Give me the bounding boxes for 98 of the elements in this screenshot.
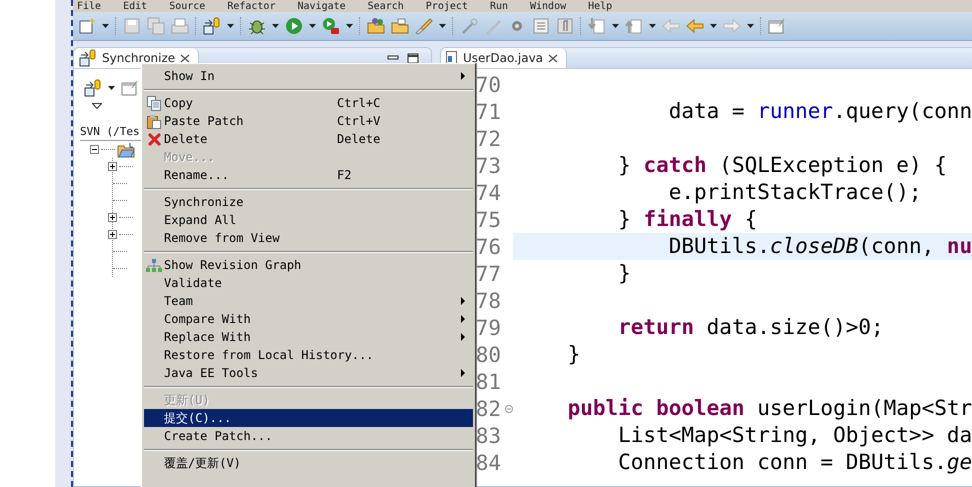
menu-item[interactable]: Show In bbox=[144, 67, 473, 85]
paragraph-icon[interactable] bbox=[556, 17, 574, 35]
menu-bar-item[interactable]: Edit bbox=[123, 0, 148, 12]
menu-bar-item[interactable]: Search bbox=[368, 0, 404, 12]
open-folder-icon[interactable] bbox=[367, 17, 385, 35]
code-line: data = runner.query(conn bbox=[668, 98, 972, 125]
sync-icon[interactable] bbox=[79, 49, 97, 67]
menu-bar-item[interactable]: Navigate bbox=[297, 0, 346, 12]
editor-tab[interactable]: UserDao.java bbox=[441, 48, 568, 68]
menu-item[interactable]: Remove from View bbox=[144, 229, 473, 247]
brush-icon[interactable] bbox=[415, 17, 433, 35]
menu-item[interactable]: 提交(C)... bbox=[144, 409, 473, 427]
folder-icon[interactable] bbox=[391, 17, 409, 35]
line-number: 75 bbox=[476, 208, 501, 232]
menu-item[interactable]: Java EE Tools bbox=[144, 364, 473, 382]
menu-bar-item[interactable]: Source bbox=[169, 0, 206, 12]
caret-icon[interactable] bbox=[710, 24, 717, 28]
line-number: 70 bbox=[476, 72, 501, 96]
menu-item[interactable]: Validate bbox=[144, 274, 473, 292]
expand-icon[interactable] bbox=[108, 230, 117, 239]
line-number: 82 bbox=[476, 396, 501, 420]
view-menu-icon[interactable] bbox=[92, 103, 102, 109]
menu-bar-item[interactable]: Run bbox=[490, 0, 508, 12]
menu-item[interactable]: Compare With bbox=[144, 310, 473, 328]
caret-icon[interactable] bbox=[346, 24, 353, 28]
menu-item[interactable]: Restore from Local History... bbox=[144, 346, 473, 364]
menu-item[interactable]: Team bbox=[144, 292, 473, 310]
code-line: } finally { bbox=[617, 206, 758, 233]
line-number: 74 bbox=[476, 180, 501, 204]
line-number: 73 bbox=[476, 154, 501, 178]
menu-item[interactable]: Expand All bbox=[144, 211, 473, 229]
caret-icon[interactable] bbox=[649, 24, 656, 28]
up-doc-icon[interactable] bbox=[625, 17, 643, 35]
menu-item[interactable]: Synchronize bbox=[144, 193, 473, 211]
line-number: 76 bbox=[476, 234, 501, 258]
down-doc-icon[interactable] bbox=[588, 17, 606, 35]
maximize-icon[interactable] bbox=[407, 52, 419, 64]
play-icon[interactable] bbox=[285, 17, 303, 35]
close-icon[interactable] bbox=[180, 54, 190, 62]
line-number: 77 bbox=[476, 262, 501, 286]
delete-icon bbox=[148, 132, 160, 146]
menu-item[interactable]: 覆盖/更新(V) bbox=[144, 454, 473, 472]
caret-icon[interactable] bbox=[102, 24, 109, 28]
fold-icon[interactable] bbox=[505, 404, 513, 412]
sync-icon[interactable] bbox=[203, 17, 221, 35]
code-line: List<Map<String, Object>> da bbox=[617, 422, 972, 449]
submenu-arrow-icon bbox=[461, 315, 465, 323]
menu-bar-item[interactable]: Project bbox=[426, 0, 468, 12]
menu-item[interactable]: Show Revision Graph bbox=[144, 256, 473, 274]
new-file-icon[interactable] bbox=[78, 17, 96, 35]
code-line: } bbox=[617, 260, 632, 287]
caret-icon[interactable] bbox=[108, 86, 115, 90]
caret-icon[interactable] bbox=[747, 24, 754, 28]
code-line: e.printStackTrace(); bbox=[668, 179, 923, 206]
submenu-arrow-icon bbox=[461, 297, 465, 305]
menu-item[interactable]: Replace With bbox=[144, 328, 473, 346]
expand-icon[interactable] bbox=[108, 213, 117, 222]
line-number: 71 bbox=[476, 100, 501, 124]
submenu-arrow-icon bbox=[461, 72, 465, 80]
menu-bar-item[interactable]: Help bbox=[588, 0, 612, 12]
copy-icon bbox=[147, 96, 161, 110]
line-number: 78 bbox=[476, 288, 501, 312]
window-icon[interactable] bbox=[768, 17, 786, 35]
collapse-icon[interactable] bbox=[90, 145, 99, 154]
code-line: Connection conn = DBUtils.ge bbox=[617, 449, 972, 476]
code-line: public boolean userLogin(Map<Str bbox=[566, 395, 972, 422]
line-number: 83 bbox=[476, 424, 501, 448]
window-icon[interactable] bbox=[121, 79, 139, 97]
line-number: 80 bbox=[476, 342, 501, 366]
code-line: } catch (SQLException e) { bbox=[617, 152, 948, 179]
run-tool-icon[interactable] bbox=[322, 17, 340, 35]
caret-icon[interactable] bbox=[227, 24, 234, 28]
sync-icon[interactable] bbox=[84, 79, 102, 97]
menu-item[interactable]: Rename... F2 bbox=[144, 166, 473, 184]
graph-icon bbox=[146, 258, 162, 272]
menu-bar-item[interactable]: Refactor bbox=[227, 0, 276, 12]
caret-icon[interactable] bbox=[612, 24, 619, 28]
submenu-arrow-icon bbox=[461, 333, 465, 341]
menu-item[interactable]: Copy Ctrl+C bbox=[144, 94, 473, 112]
code-line: } bbox=[566, 341, 582, 368]
submenu-arrow-icon bbox=[461, 369, 465, 377]
close-icon[interactable] bbox=[548, 54, 558, 62]
menu-bar-item[interactable]: Window bbox=[530, 0, 566, 12]
list-icon[interactable] bbox=[532, 17, 550, 35]
clipboard-icon bbox=[147, 114, 161, 128]
caret-icon[interactable] bbox=[309, 24, 316, 28]
caret-icon[interactable] bbox=[439, 24, 446, 28]
line-number: 79 bbox=[476, 316, 501, 340]
line-number: 72 bbox=[476, 126, 501, 150]
menu-bar-item[interactable]: File bbox=[77, 0, 102, 12]
back-arrow-icon[interactable] bbox=[686, 17, 704, 35]
line-number: 84 bbox=[476, 450, 501, 474]
folder-icon bbox=[117, 142, 135, 158]
code-line: return data.size()>0; bbox=[617, 314, 885, 341]
line-number: 81 bbox=[476, 370, 501, 394]
expand-icon[interactable] bbox=[108, 162, 117, 171]
caret-icon[interactable] bbox=[272, 24, 279, 28]
menu-item[interactable]: Create Patch... bbox=[144, 427, 473, 445]
